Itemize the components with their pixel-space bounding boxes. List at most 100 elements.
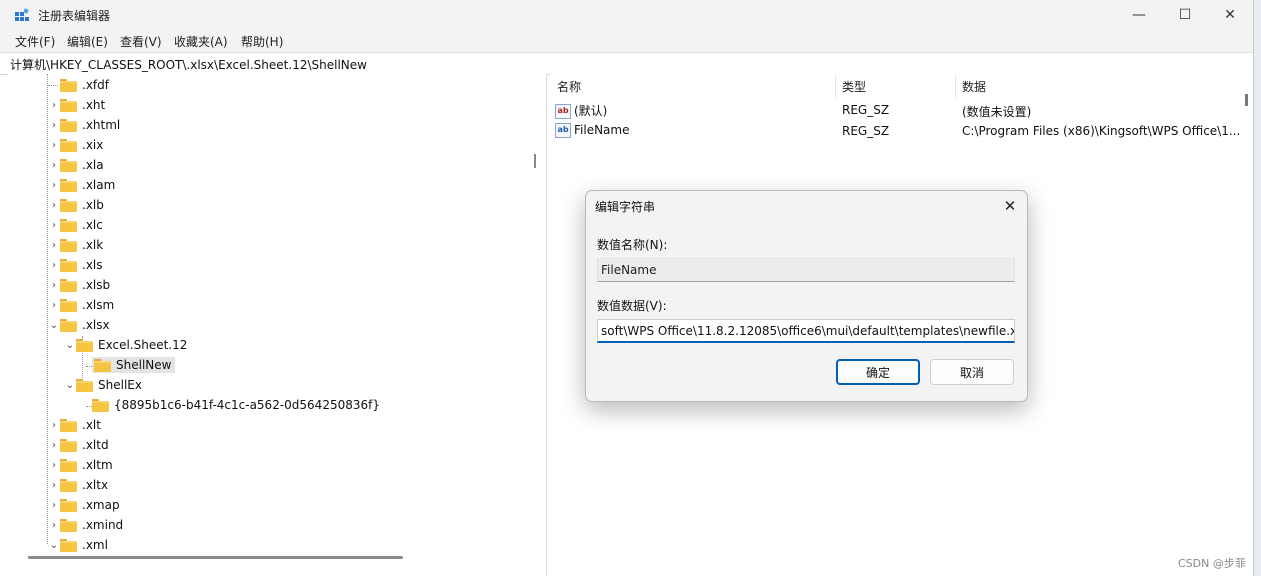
chevron-right-icon[interactable]: › [48, 220, 60, 231]
folder-icon [60, 258, 77, 272]
folder-icon [60, 278, 77, 292]
value-name-label: 数值名称(N): [597, 238, 668, 252]
tree-item-label: .xltm [82, 458, 113, 472]
tree-item-label: .xlsm [82, 298, 115, 312]
folder-icon [60, 298, 77, 312]
cancel-button[interactable]: 取消 [930, 359, 1014, 385]
tree-item-xlsb[interactable]: › .xlsb [48, 275, 110, 295]
menu-help[interactable]: 帮助(H) [241, 33, 283, 50]
chevron-right-icon[interactable]: › [48, 260, 60, 271]
tree-item-xlsm[interactable]: › .xlsm [48, 295, 114, 315]
dialog-close-button[interactable]: ✕ [999, 195, 1021, 217]
value-data-input[interactable]: soft\WPS Office\11.8.2.12085\office6\mui… [597, 319, 1015, 343]
tree-item-xlk[interactable]: › .xlk [48, 235, 103, 255]
chevron-right-icon[interactable]: › [48, 200, 60, 211]
folder-icon [60, 238, 77, 252]
tree-item-xmap[interactable]: › .xmap [48, 495, 120, 515]
tree-item-xht[interactable]: › .xht [48, 95, 105, 115]
value-row-default[interactable]: ab (默认) [555, 102, 607, 119]
watermark: CSDN @步菲 [1178, 557, 1246, 570]
chevron-right-icon[interactable]: › [48, 280, 60, 291]
folder-open-icon [94, 358, 111, 372]
tree-item-xls[interactable]: › .xls [48, 255, 103, 275]
chevron-right-icon[interactable]: › [48, 460, 60, 471]
value-row-filename[interactable]: ab FileName [555, 123, 629, 138]
tree-vertical-scroll-thumb[interactable] [534, 154, 536, 168]
menu-favorites[interactable]: 收藏夹(A) [174, 33, 228, 50]
chevron-right-icon[interactable]: › [48, 480, 60, 491]
tree-item-xltx[interactable]: › .xltx [48, 475, 108, 495]
menu-file[interactable]: 文件(F) [15, 33, 55, 50]
menu-view[interactable]: 查看(V) [120, 33, 162, 50]
tree-item-label: .xfdf [82, 78, 109, 92]
tree-item-excel-sheet-12[interactable]: ⌄ Excel.Sheet.12 [64, 335, 188, 355]
column-header-data[interactable]: 数据 [962, 78, 986, 95]
tree-item-shellnew[interactable]: ShellNew [92, 355, 176, 375]
ok-button[interactable]: 确定 [836, 359, 920, 385]
chevron-down-icon[interactable]: ⌄ [48, 540, 60, 551]
tree-item-xlc[interactable]: › .xlc [48, 215, 103, 235]
chevron-right-icon[interactable]: › [48, 500, 60, 511]
chevron-right-icon[interactable]: › [48, 240, 60, 251]
folder-icon [60, 78, 77, 92]
chevron-right-icon[interactable]: › [48, 120, 60, 131]
tree-item-xlt[interactable]: › .xlt [48, 415, 101, 435]
chevron-right-icon[interactable]: › [48, 520, 60, 531]
tree-item-label: .xhtml [82, 118, 121, 132]
column-separator[interactable] [835, 76, 836, 98]
chevron-right-icon[interactable]: › [48, 440, 60, 451]
window-title: 注册表编辑器 [38, 9, 111, 23]
tree-item-xlam[interactable]: › .xlam [48, 175, 115, 195]
folder-icon [76, 378, 93, 392]
list-vertical-scroll-thumb[interactable] [1245, 94, 1248, 106]
tree-item-label: .xlc [82, 218, 103, 232]
tree-item-xltm[interactable]: › .xltm [48, 455, 113, 475]
value-name-field[interactable]: FileName [597, 258, 1015, 282]
chevron-right-icon[interactable]: › [48, 140, 60, 151]
tree-item-xltd[interactable]: › .xltd [48, 435, 109, 455]
chevron-down-icon[interactable]: ⌄ [64, 340, 76, 351]
tree-item-shellex[interactable]: ⌄ ShellEx [64, 375, 142, 395]
value-name: (默认) [574, 104, 608, 118]
tree-horizontal-scroll-thumb[interactable] [28, 556, 403, 559]
column-header-type[interactable]: 类型 [842, 78, 866, 95]
menu-edit[interactable]: 编辑(E) [67, 33, 108, 50]
chevron-right-icon[interactable]: › [48, 300, 60, 311]
tree-item-xmind[interactable]: › .xmind [48, 515, 123, 535]
chevron-right-icon[interactable]: › [48, 100, 60, 111]
maximize-icon: ☐ [1178, 7, 1192, 23]
tree-item-xlsx[interactable]: ⌄ .xlsx [48, 315, 110, 335]
chevron-right-icon[interactable]: › [48, 420, 60, 431]
key-tree-pane[interactable]: .xfdf › .xht › .xhtml › .xix › .xla › .xlam ›… [8, 74, 547, 576]
chevron-down-icon[interactable]: ⌄ [64, 380, 76, 391]
title-bar[interactable]: 注册表编辑器 — ☐ ✕ [0, 0, 1253, 30]
tree-item-label: ShellEx [98, 378, 142, 392]
tree-item-label: .xlsx [82, 318, 110, 332]
tree-item-guid[interactable]: {8895b1c6-b41f-4c1c-a562-0d564250836f} [92, 395, 380, 415]
folder-icon [60, 518, 77, 532]
chevron-right-icon[interactable]: › [48, 160, 60, 171]
folder-icon [60, 478, 77, 492]
value-data-label: 数值数据(V): [597, 299, 667, 313]
tree-item-xlb[interactable]: › .xlb [48, 195, 104, 215]
regedit-app-icon [15, 8, 29, 21]
column-separator[interactable] [955, 76, 956, 98]
value-data: (数值未设置) [962, 105, 1032, 119]
tree-vertical-scrollbar[interactable] [535, 74, 545, 576]
address-bar[interactable]: 计算机\HKEY_CLASSES_ROOT\.xlsx\Excel.Sheet.… [0, 52, 1253, 75]
chevron-down-icon[interactable]: ⌄ [48, 320, 60, 331]
tree-item-xix[interactable]: › .xix [48, 135, 103, 155]
regedit-window: 注册表编辑器 — ☐ ✕ 文件(F) 编辑(E) 查看(V) 收藏夹(A) 帮助… [0, 0, 1254, 576]
tree-item-xhtml[interactable]: › .xhtml [48, 115, 120, 135]
tree-item-xml[interactable]: ⌄ .xml [48, 535, 108, 555]
tree-item-label: .xht [82, 98, 106, 112]
tree-item-label: ShellNew [116, 358, 172, 372]
close-icon: ✕ [1003, 197, 1017, 215]
minimize-button[interactable]: — [1116, 0, 1162, 30]
tree-item-xla[interactable]: › .xla [48, 155, 104, 175]
column-header-name[interactable]: 名称 [557, 78, 581, 95]
chevron-right-icon[interactable]: › [48, 180, 60, 191]
close-button[interactable]: ✕ [1207, 0, 1253, 30]
maximize-button[interactable]: ☐ [1162, 0, 1208, 30]
tree-item-xfdf[interactable]: .xfdf [48, 75, 109, 95]
